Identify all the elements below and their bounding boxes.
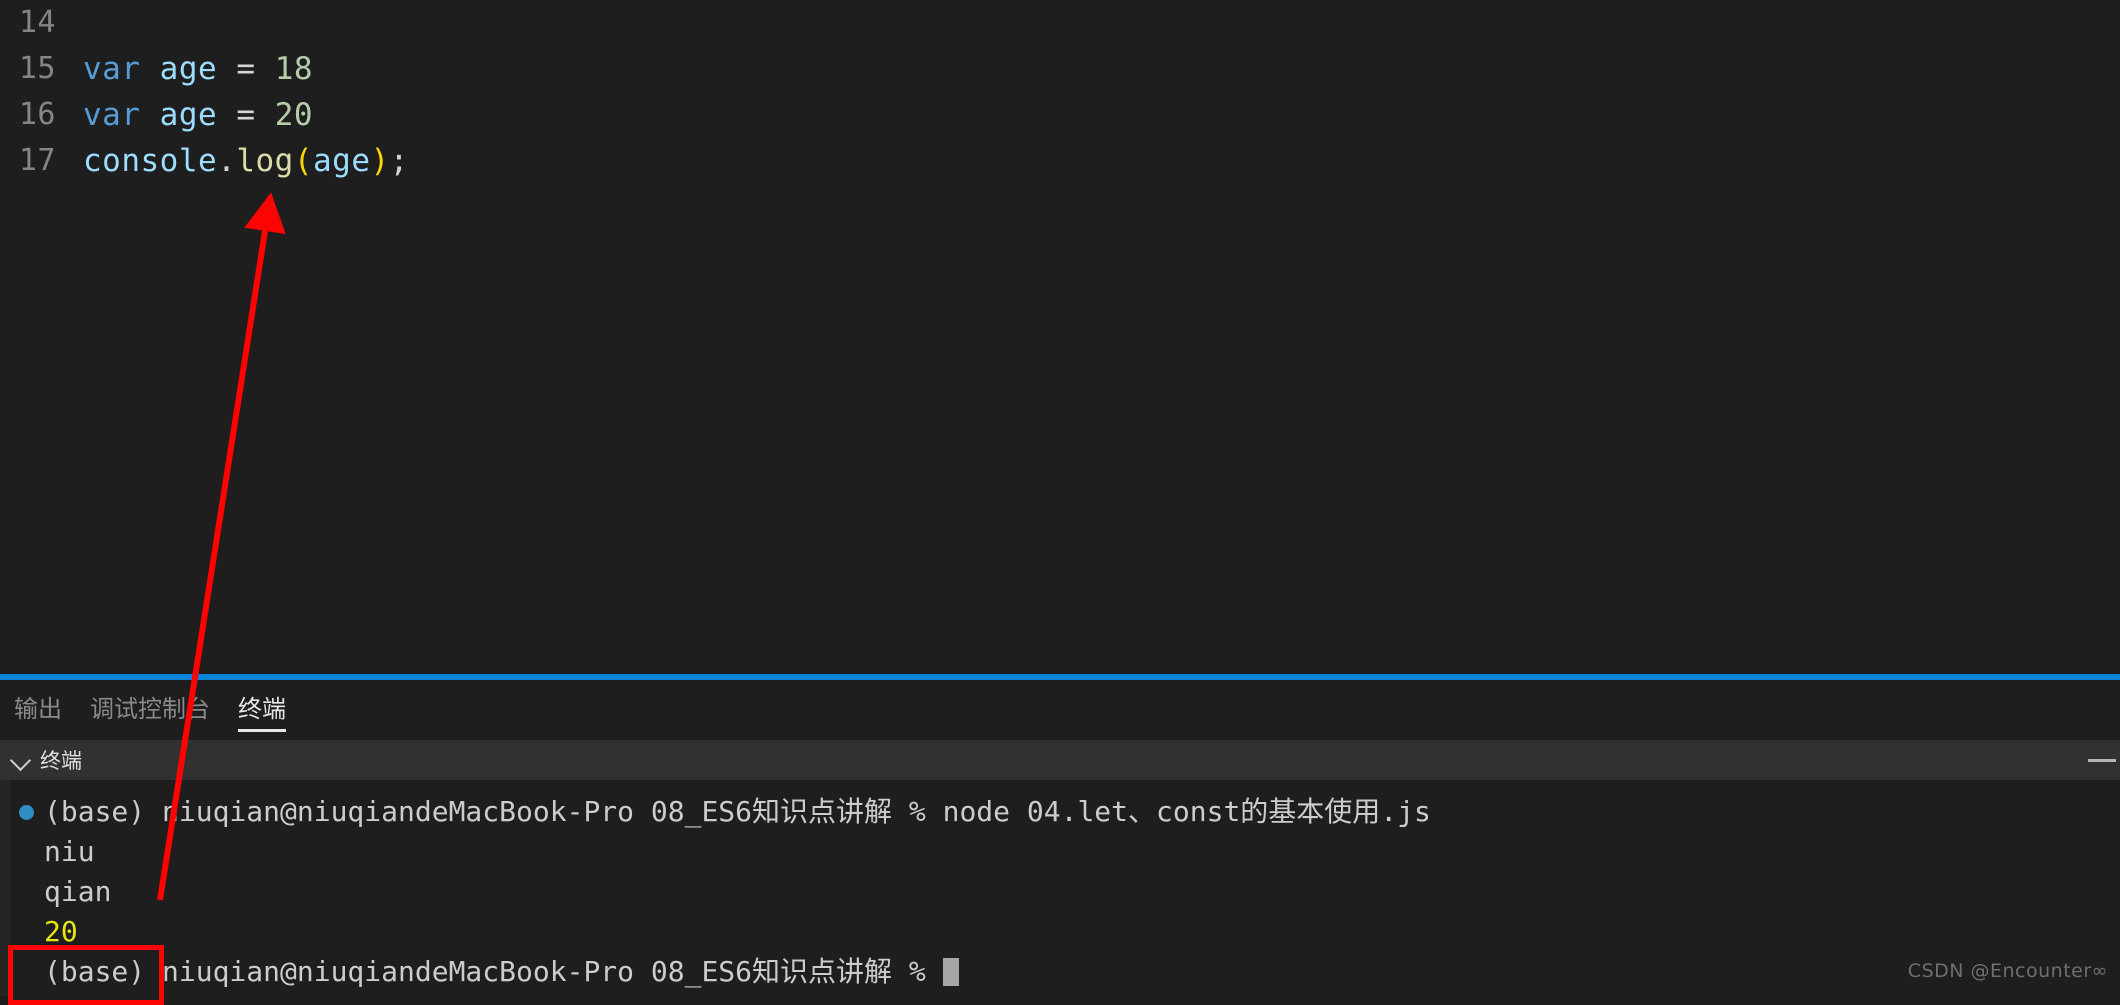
terminal-line-text: (base) niuqian@niuqiandeMacBook-Pro 08_E… (44, 955, 943, 988)
code-token-paren: ( (293, 143, 313, 179)
terminal-line-text: (base) niuqian@niuqiandeMacBook-Pro 08_E… (44, 795, 1431, 828)
code-token-paren: ) (370, 143, 390, 179)
code-editor[interactable]: 14 15 var age = 18 16 var age = 20 17 console.… (0, 0, 2120, 674)
terminal-line: (base) niuqian@niuqiandeMacBook-Pro 08_E… (10, 952, 2110, 992)
terminal-section-title: 终端 (40, 749, 82, 773)
terminal-gutter (0, 780, 10, 996)
code-line-list: 14 15 var age = 18 16 var age = 20 17 console.… (0, 0, 2120, 184)
code-line[interactable]: 16 var age = 20 (0, 92, 2120, 138)
code-token-ident: age (159, 97, 218, 133)
panel-tab-1[interactable]: 输出 (0, 680, 76, 738)
code-token-fn: log (236, 143, 294, 179)
code-token-kw: var (83, 51, 141, 87)
code-line[interactable]: 14 (0, 0, 2120, 46)
terminal-header-left[interactable]: 终端 (0, 745, 82, 775)
bottom-panel: 输出 调试控制台 终端 终端 (base) niuqian@niuqiandeMac… (0, 674, 2120, 996)
command-status-dot-icon (19, 805, 34, 820)
code-token-num: 20 (274, 97, 314, 133)
line-number: 17 (18, 143, 56, 178)
watermark: CSDN @Encounter∞ (1907, 960, 2108, 982)
code-token-op: = (236, 51, 256, 87)
code-token-op: ; (389, 143, 409, 179)
code-token-num: 18 (274, 51, 314, 87)
code-line[interactable]: 17 console.log(age); (0, 138, 2120, 184)
code-token-op: = (236, 97, 256, 133)
terminal-line: niu (10, 832, 2110, 872)
line-number: 14 (18, 5, 56, 40)
code-token-kw: var (83, 97, 141, 133)
code-token-ident: age (313, 143, 371, 179)
code-line[interactable]: 15 var age = 18 (0, 46, 2120, 92)
chevron-down-icon[interactable] (8, 747, 34, 773)
panel-tab-3[interactable]: 终端 (224, 680, 300, 738)
line-number: 16 (18, 97, 56, 132)
code-text: var age = 18 (56, 46, 313, 92)
terminal-line: (base) niuqian@niuqiandeMacBook-Pro 08_E… (10, 792, 2110, 832)
terminal-line-text: niu (44, 835, 95, 868)
code-text: var age = 20 (56, 92, 313, 138)
panel-tab-2[interactable]: 调试控制台 (76, 680, 224, 738)
line-number: 15 (18, 51, 56, 86)
terminal-line: 20 (10, 912, 2110, 952)
terminal-cursor (942, 958, 959, 986)
code-text: console.log(age); (56, 138, 409, 184)
code-token-ident: age (159, 51, 218, 87)
terminal-body[interactable]: (base) niuqian@niuqiandeMacBook-Pro 08_E… (0, 780, 2120, 996)
minimize-icon[interactable] (2084, 752, 2118, 768)
terminal-line-text: qian (44, 875, 112, 908)
code-token-op: . (217, 143, 237, 179)
terminal-output: (base) niuqian@niuqiandeMacBook-Pro 08_E… (10, 792, 2110, 992)
terminal-line: qian (10, 872, 2110, 912)
terminal-section-header[interactable]: 终端 (0, 740, 2120, 780)
panel-tab-bar[interactable]: 输出 调试控制台 终端 (0, 680, 2120, 738)
code-token-ident: console (83, 143, 218, 179)
terminal-line-text: 20 (44, 915, 78, 948)
